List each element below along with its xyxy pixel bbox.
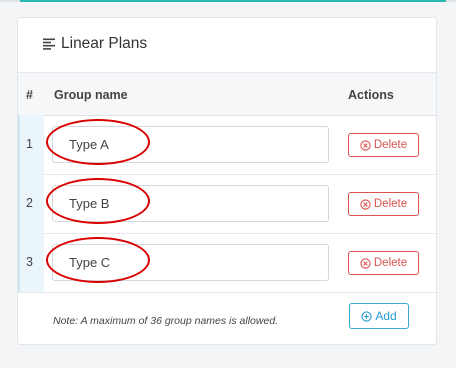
row-number: 1: [26, 137, 33, 151]
row-number-cell: 2: [18, 174, 44, 233]
circle-x-icon: [360, 198, 371, 210]
group-name-input[interactable]: [52, 244, 329, 281]
header-actions: Actions: [348, 88, 394, 102]
top-accent-bar: [20, 0, 446, 2]
delete-label: Delete: [373, 139, 408, 151]
linear-plans-card: Linear Plans # Group name Actions 1 Dele…: [17, 17, 437, 345]
table-header: # Group name Actions: [18, 73, 436, 116]
table-row: 1 Delete: [18, 115, 436, 175]
card-title: Linear Plans: [61, 35, 148, 52]
add-label: Add: [375, 309, 397, 323]
circle-x-icon: [360, 257, 371, 269]
delete-label: Delete: [373, 198, 408, 210]
delete-button[interactable]: Delete: [348, 133, 419, 157]
header-group-name: Group name: [54, 88, 128, 102]
row-number: 2: [26, 196, 33, 210]
table-footer: Note: A maximum of 36 group names is all…: [18, 293, 436, 345]
row-number-cell: 1: [18, 115, 44, 174]
circle-plus-icon: [361, 310, 372, 322]
add-button[interactable]: Add: [349, 303, 409, 329]
delete-button[interactable]: Delete: [348, 192, 419, 216]
header-num: #: [26, 88, 33, 102]
max-groups-note: Note: A maximum of 36 group names is all…: [53, 315, 279, 327]
circle-x-icon: [360, 139, 371, 151]
card-title-wrap: Linear Plans: [42, 35, 147, 53]
list-align-left-icon: [43, 38, 55, 50]
group-name-input[interactable]: [52, 126, 329, 163]
group-name-input[interactable]: [52, 185, 329, 222]
delete-button[interactable]: Delete: [348, 251, 419, 275]
delete-label: Delete: [373, 257, 408, 269]
card-header: Linear Plans: [18, 18, 436, 73]
row-number-cell: 3: [18, 233, 44, 292]
row-number: 3: [26, 255, 33, 269]
table-row: 3 Delete: [18, 233, 436, 293]
table-row: 2 Delete: [18, 174, 436, 234]
